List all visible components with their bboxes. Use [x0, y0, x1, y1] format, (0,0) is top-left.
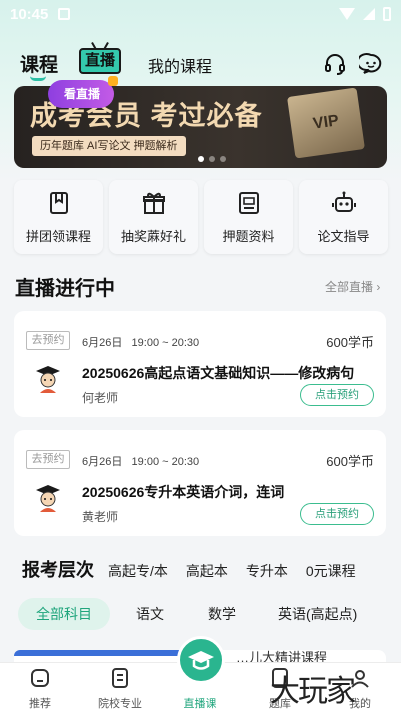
level-option[interactable]: 高起专/本: [108, 561, 168, 581]
headset-icon[interactable]: [323, 52, 347, 76]
quick-link-label: 拼团领课程: [25, 229, 91, 244]
nav-label: 推荐: [29, 698, 51, 710]
gift-icon: [142, 192, 165, 214]
card-teacher: 何老师: [82, 391, 119, 405]
all-live-link-label: 全部直播: [325, 280, 374, 294]
card-price: 600学币: [326, 335, 374, 350]
nav-item-recommend[interactable]: 推荐: [0, 663, 80, 714]
quick-link-lottery[interactable]: 抽奖蔴好礼: [109, 180, 198, 254]
home-icon: [31, 669, 49, 687]
card-datetime: 6月26日 19:00 ~ 20:30: [82, 334, 199, 350]
live-card[interactable]: 去预约 6月26日 19:00 ~ 20:30 600学币 20250626高起…: [14, 311, 386, 417]
banner-dot: [220, 156, 226, 162]
app-notification-icon: [58, 8, 71, 20]
card-time: 19:00 ~ 20:30: [131, 456, 200, 468]
card-title: 20250626高起点语文基础知识——修改病句: [82, 365, 355, 381]
level-option[interactable]: 高起本: [186, 561, 228, 581]
reserve-tag: 去预约: [26, 450, 70, 469]
card-date: 6月26日: [82, 337, 123, 349]
tab-courses[interactable]: 课程: [20, 50, 58, 77]
quick-link-label: 押题资料: [222, 229, 275, 244]
quick-link-group-buy[interactable]: 拼团领课程: [14, 180, 103, 254]
list-icon: [112, 668, 128, 688]
status-bar: 10:45: [0, 0, 401, 28]
graduation-cap-icon: [188, 651, 214, 670]
signal-icon: [363, 8, 375, 20]
quick-link-thesis[interactable]: 论文指导: [299, 180, 388, 254]
quick-link-label: 抽奖蔴好礼: [120, 229, 186, 244]
live-card[interactable]: 去预约 6月26日 19:00 ~ 20:30 600学币 20250626专升…: [14, 430, 386, 536]
watch-live-pill[interactable]: 看直播: [48, 76, 119, 108]
subject-chip-all[interactable]: 全部科目: [18, 598, 110, 630]
teacher-avatar-icon: [36, 485, 60, 512]
book-button[interactable]: 点击预约: [300, 503, 374, 525]
banner-pagination: [198, 156, 226, 162]
level-option[interactable]: 0元课程: [306, 561, 356, 581]
top-tabs: 课程 直播 我的课程: [0, 44, 401, 84]
reserve-tag: 去预约: [26, 331, 70, 350]
quick-link-label: 论文指导: [317, 229, 370, 244]
robot-icon: [331, 191, 356, 212]
document-icon: [238, 192, 259, 214]
chevron-right-icon: ›: [376, 280, 381, 294]
exam-level-filter: 报考层次 高起专/本 高起本 专升本 0元课程: [22, 556, 392, 584]
subject-filter: 全部科目 语文 数学 英语(高起点): [18, 598, 388, 630]
card-datetime: 6月26日 19:00 ~ 20:30: [82, 453, 199, 469]
live-class-center-button[interactable]: [177, 636, 225, 684]
nav-label: 直播课: [183, 698, 217, 710]
subject-chip-chinese[interactable]: 语文: [136, 598, 164, 630]
quick-link-predicted-questions[interactable]: 押题资料: [204, 180, 293, 254]
chat-icon[interactable]: [359, 52, 383, 76]
course-cover-strip: [14, 650, 182, 656]
banner-subtags: 历年题库 AI写论文 押题解析: [32, 136, 186, 156]
card-date: 6月26日: [82, 456, 123, 468]
tab-active-indicator: [30, 76, 46, 81]
status-time: 10:45: [10, 5, 49, 23]
battery-icon: [383, 7, 391, 21]
quick-links: 拼团领课程 抽奖蔴好礼 押题资料 论文指导: [14, 180, 388, 254]
wifi-icon: [339, 8, 355, 20]
watermark-logo: 大玩家: [270, 674, 356, 709]
nav-item-schools[interactable]: 院校专业: [80, 663, 160, 714]
card-teacher: 黄老师: [82, 510, 119, 524]
teacher-avatar-icon: [36, 366, 60, 393]
tab-live[interactable]: 直播: [79, 48, 121, 74]
vip-box-image: VIP: [287, 87, 365, 159]
book-button[interactable]: 点击预约: [300, 384, 374, 406]
card-price: 600学币: [326, 454, 374, 469]
banner-dot: [198, 156, 204, 162]
level-title: 报考层次: [22, 560, 94, 580]
card-title: 20250626专升本英语介词，连词: [82, 484, 285, 500]
subject-chip-english[interactable]: 英语(高起点): [278, 598, 357, 630]
subject-chip-math[interactable]: 数学: [208, 598, 236, 630]
tab-my-courses[interactable]: 我的课程: [148, 53, 212, 77]
bookmark-icon: [49, 192, 68, 214]
nav-label: 院校专业: [98, 698, 142, 710]
all-live-link[interactable]: 全部直播 ›: [325, 278, 380, 295]
banner-dot: [209, 156, 215, 162]
live-section-title: 直播进行中: [15, 278, 115, 300]
card-time: 19:00 ~ 20:30: [131, 337, 200, 349]
level-option[interactable]: 专升本: [246, 561, 288, 581]
